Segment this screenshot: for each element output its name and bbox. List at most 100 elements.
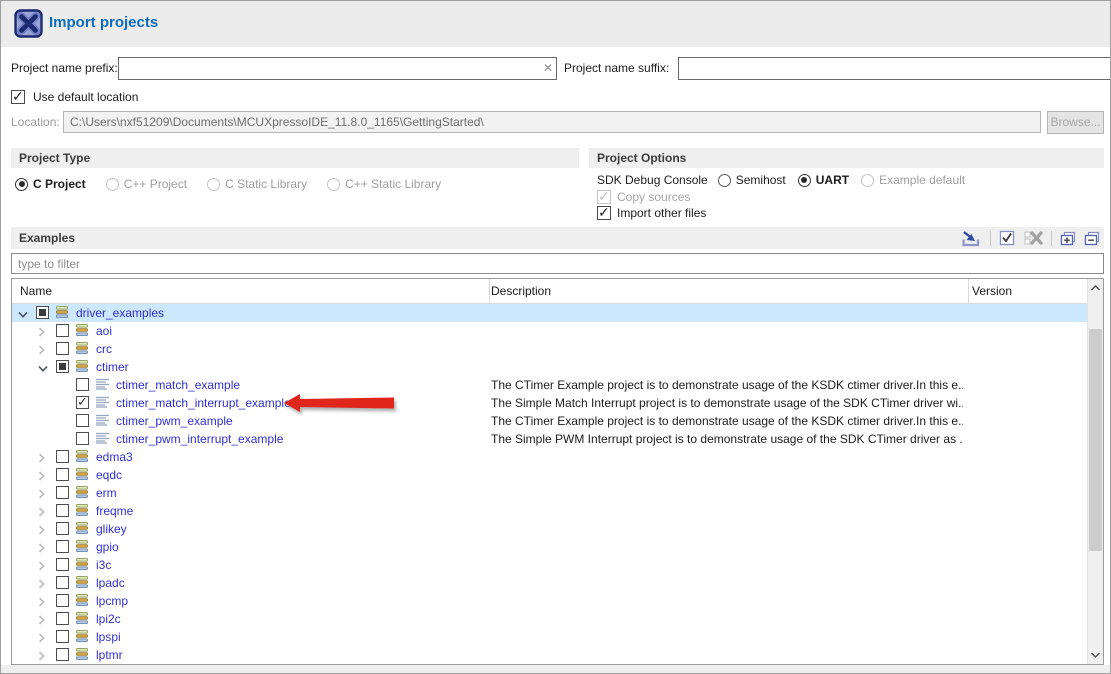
chevron-icon[interactable] <box>38 596 50 607</box>
tree-row[interactable]: gpio <box>12 538 1087 556</box>
chevron-icon[interactable] <box>38 506 50 517</box>
chevron-icon[interactable] <box>38 470 50 481</box>
row-label[interactable]: freqme <box>96 504 133 518</box>
scroll-up-icon[interactable] <box>1088 280 1103 296</box>
tree-row[interactable]: ctimer <box>12 358 1087 376</box>
row-label[interactable]: ctimer <box>96 360 129 374</box>
tree-row[interactable]: ctimer_match_example The CTimer Example … <box>12 376 1087 394</box>
row-label[interactable]: crc <box>96 342 112 356</box>
select-all-icon[interactable] <box>999 230 1016 246</box>
row-checkbox[interactable] <box>56 630 69 643</box>
row-checkbox[interactable] <box>56 612 69 625</box>
tree-row[interactable]: i3c <box>12 556 1087 574</box>
tree-row[interactable]: ctimer_pwm_interrupt_example The Simple … <box>12 430 1087 448</box>
tree-row[interactable]: aoi <box>12 322 1087 340</box>
row-label[interactable]: lpspi <box>96 630 121 644</box>
row-label[interactable]: driver_examples <box>76 306 164 320</box>
row-checkbox[interactable] <box>56 648 69 661</box>
row-label[interactable]: edma3 <box>96 450 133 464</box>
radio-icon[interactable] <box>718 174 731 187</box>
row-label[interactable]: ctimer_match_interrupt_example <box>116 396 291 410</box>
row-label[interactable]: lpcmp <box>96 594 128 608</box>
row-label[interactable]: aoi <box>96 324 112 338</box>
tree-row[interactable]: driver_examples <box>12 304 1087 322</box>
row-label[interactable]: ctimer_match_example <box>116 378 240 392</box>
tree-row[interactable]: freqme <box>12 502 1087 520</box>
row-checkbox[interactable] <box>56 342 69 355</box>
chevron-icon[interactable] <box>38 344 50 355</box>
radio-icon[interactable] <box>798 174 811 187</box>
chevron-icon[interactable] <box>38 362 50 373</box>
row-checkbox[interactable] <box>56 468 69 481</box>
column-divider[interactable] <box>968 279 969 303</box>
radio-uart[interactable]: UART <box>798 173 849 187</box>
tree-row[interactable]: erm <box>12 484 1087 502</box>
radio-icon[interactable] <box>15 178 28 191</box>
tree-row[interactable]: ctimer_match_interrupt_example The Simpl… <box>12 394 1087 412</box>
row-label[interactable]: ctimer_pwm_example <box>116 414 233 428</box>
import-other-files-checkbox[interactable] <box>597 206 611 220</box>
examples-filter-input[interactable] <box>11 253 1104 274</box>
row-label[interactable]: erm <box>96 486 117 500</box>
row-checkbox[interactable] <box>76 396 89 409</box>
column-header-version[interactable]: Version <box>972 279 1012 303</box>
chevron-icon[interactable] <box>38 614 50 625</box>
radio-semihost[interactable]: Semihost <box>718 173 786 187</box>
project-name-suffix-input[interactable] <box>679 58 1110 79</box>
clear-prefix-icon[interactable]: ✕ <box>543 61 553 76</box>
chevron-icon[interactable] <box>18 308 30 319</box>
vertical-scrollbar[interactable] <box>1087 279 1103 664</box>
collapse-all-icon[interactable] <box>1084 231 1100 246</box>
chevron-icon[interactable] <box>38 632 50 643</box>
row-checkbox[interactable] <box>76 414 89 427</box>
tree-row[interactable]: lpspi <box>12 628 1087 646</box>
tree-row[interactable]: lpcmp <box>12 592 1087 610</box>
row-checkbox[interactable] <box>56 540 69 553</box>
chevron-icon[interactable] <box>38 524 50 535</box>
chevron-icon[interactable] <box>38 650 50 661</box>
row-checkbox[interactable] <box>56 558 69 571</box>
row-label[interactable]: lpadc <box>96 576 125 590</box>
project-name-prefix-input[interactable] <box>119 58 536 79</box>
row-checkbox[interactable] <box>56 450 69 463</box>
row-checkbox[interactable] <box>76 378 89 391</box>
import-archive-icon[interactable] <box>960 230 982 247</box>
chevron-icon[interactable] <box>38 326 50 337</box>
column-divider[interactable] <box>489 279 490 303</box>
row-label[interactable]: eqdc <box>96 468 122 482</box>
use-default-location-checkbox[interactable] <box>11 90 25 104</box>
row-checkbox[interactable] <box>56 360 69 373</box>
row-label[interactable]: i3c <box>96 558 111 572</box>
row-checkbox[interactable] <box>56 324 69 337</box>
tree-row[interactable]: lptmr <box>12 646 1087 664</box>
scroll-down-icon[interactable] <box>1088 647 1103 663</box>
row-checkbox[interactable] <box>76 432 89 445</box>
row-checkbox[interactable] <box>56 504 69 517</box>
row-label[interactable]: ctimer_pwm_interrupt_example <box>116 432 283 446</box>
row-checkbox[interactable] <box>56 594 69 607</box>
tree-row[interactable]: lpadc <box>12 574 1087 592</box>
row-checkbox[interactable] <box>36 306 49 319</box>
chevron-icon[interactable] <box>38 560 50 571</box>
tree-row[interactable]: crc <box>12 340 1087 358</box>
row-label[interactable]: lptmr <box>96 648 123 662</box>
column-header-name[interactable]: Name <box>20 279 52 303</box>
tree-row[interactable]: edma3 <box>12 448 1087 466</box>
chevron-icon[interactable] <box>38 542 50 553</box>
tree-row[interactable]: ctimer_pwm_example The CTimer Example pr… <box>12 412 1087 430</box>
row-checkbox[interactable] <box>56 576 69 589</box>
column-header-description[interactable]: Description <box>491 279 551 303</box>
row-checkbox[interactable] <box>56 522 69 535</box>
chevron-icon[interactable] <box>38 452 50 463</box>
expand-all-icon[interactable] <box>1060 231 1076 246</box>
row-label[interactable]: lpi2c <box>96 612 121 626</box>
chevron-icon[interactable] <box>38 488 50 499</box>
radio-c-project[interactable]: C Project <box>15 177 86 191</box>
deselect-all-icon[interactable] <box>1024 230 1043 246</box>
tree-row[interactable]: glikey <box>12 520 1087 538</box>
scrollbar-thumb[interactable] <box>1089 329 1102 551</box>
row-checkbox[interactable] <box>56 486 69 499</box>
row-label[interactable]: gpio <box>96 540 119 554</box>
chevron-icon[interactable] <box>38 578 50 589</box>
tree-row[interactable]: lpi2c <box>12 610 1087 628</box>
